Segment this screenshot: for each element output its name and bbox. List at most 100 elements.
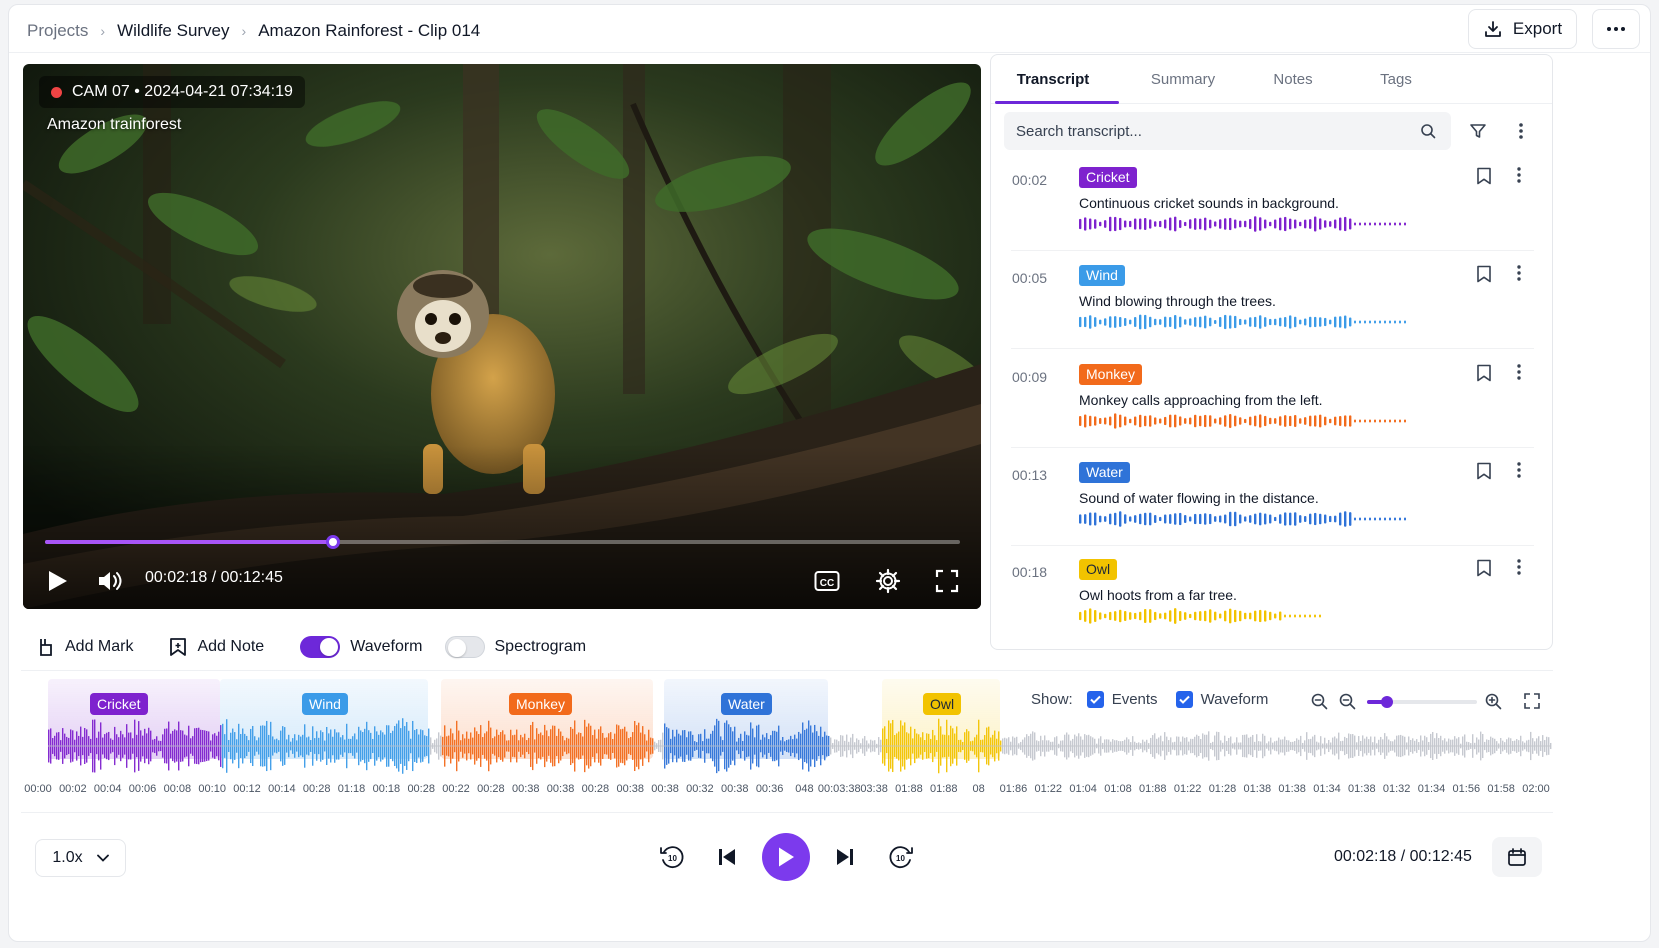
forward-10-button[interactable]: 10 — [881, 833, 921, 881]
timeline-tick-label: 00:38 — [720, 783, 749, 795]
entry-waveform — [1079, 608, 1321, 624]
zoom-slider-handle[interactable] — [1380, 696, 1393, 708]
transcript-entry[interactable]: 00:05 Wind Wind blowing through the trees. — [991, 251, 1552, 349]
transcript-entry[interactable]: 00:09 Monkey Monkey calls approaching from… — [991, 350, 1552, 448]
add-mark-button[interactable]: Add Mark — [37, 637, 133, 657]
svg-text:CC: CC — [820, 578, 834, 589]
next-button[interactable] — [827, 833, 863, 881]
tab-notes[interactable]: Notes — [1273, 71, 1312, 88]
timeline-zoom-controls — [1303, 687, 1553, 715]
calendar-button[interactable] — [1492, 837, 1542, 877]
breadcrumb-projects[interactable]: Projects — [27, 21, 88, 41]
timeline-segment-owl[interactable] — [882, 679, 1000, 759]
settings-gear-icon[interactable] — [875, 568, 901, 594]
zoom-slider[interactable] — [1367, 696, 1477, 708]
annotation-toolbar: Add Mark Add Note Waveform Spectrogram — [23, 623, 985, 671]
entry-waveform — [1079, 314, 1406, 330]
entry-timestamp[interactable]: 00:13 — [1012, 467, 1047, 483]
entry-more-icon[interactable] — [1517, 462, 1521, 478]
zoom-out-small-icon[interactable] — [1339, 693, 1356, 710]
timeline-segment-label[interactable]: Water — [721, 693, 772, 715]
timeline-tick-label: 00:38 — [546, 783, 575, 795]
transcript-entry[interactable]: 00:13 Water Sound of water flowing in the … — [991, 448, 1552, 546]
video-player[interactable]: CAM 07 • 2024-04-21 07:34:19 Amazon trai… — [23, 64, 981, 609]
entry-timestamp[interactable]: 00:05 — [1012, 270, 1047, 286]
timeline-segment-water[interactable] — [664, 679, 828, 759]
timeline-segment-label[interactable]: Cricket — [90, 693, 148, 715]
entry-tag[interactable]: Water — [1079, 462, 1130, 483]
entry-more-icon[interactable] — [1517, 559, 1521, 575]
entry-timestamp[interactable]: 00:18 — [1012, 564, 1047, 580]
timeline-tick-label: 00:28 — [581, 783, 610, 795]
more-options-button[interactable] — [1592, 9, 1640, 49]
volume-icon[interactable] — [97, 570, 123, 592]
rewind-10-button[interactable]: 10 — [652, 833, 692, 881]
transcript-entry[interactable]: 00:18 Owl Owl hoots from a far tree. — [991, 545, 1552, 643]
timeline-tick-label: 01:56 — [1452, 783, 1481, 795]
timeline-tick-label: 01:38 — [1278, 783, 1306, 795]
video-scrubber[interactable] — [45, 535, 960, 549]
timeline-tick-label: 00:22 — [442, 783, 470, 795]
entry-more-icon[interactable] — [1517, 265, 1521, 281]
waveform-toggle[interactable] — [300, 636, 341, 658]
timeline-tick-label: 01:32 — [1382, 783, 1411, 795]
timeline-tick-label: 00:14 — [268, 783, 296, 795]
entry-more-icon[interactable] — [1517, 167, 1521, 183]
bookmark-icon[interactable] — [1476, 559, 1492, 577]
bookmark-icon[interactable] — [1476, 462, 1492, 480]
timeline-tick-label: 00:02 — [59, 783, 87, 795]
play-icon[interactable] — [47, 569, 69, 593]
events-checkbox[interactable] — [1086, 691, 1104, 708]
calendar-icon — [1507, 847, 1527, 867]
entry-tag[interactable]: Monkey — [1079, 364, 1143, 385]
entry-tag[interactable]: Owl — [1079, 559, 1118, 580]
filter-button[interactable] — [1459, 112, 1497, 150]
export-button[interactable]: Export — [1468, 9, 1577, 49]
timeline-tick-label: 048 — [795, 783, 814, 795]
playback-time-display: 00:02:18 / 00:12:45 — [1334, 848, 1472, 865]
entry-tag[interactable]: Wind — [1079, 265, 1125, 286]
bookmark-icon[interactable] — [1476, 265, 1492, 283]
entry-timestamp[interactable]: 00:09 — [1012, 369, 1047, 385]
play-icon — [776, 846, 796, 868]
spectrogram-toggle-label: Spectrogram — [494, 638, 587, 655]
tab-summary[interactable]: Summary — [1151, 71, 1215, 88]
tab-transcript[interactable]: Transcript — [1017, 71, 1090, 88]
playback-speed-select[interactable]: 1.0x — [35, 839, 126, 877]
timeline-tick-label: 00:12 — [233, 783, 261, 795]
timeline-tick-label: 01:38 — [1243, 783, 1272, 795]
bookmark-icon[interactable] — [1476, 167, 1492, 185]
entry-timestamp[interactable]: 00:02 — [1012, 172, 1047, 188]
search-icon[interactable] — [1420, 123, 1436, 139]
timeline-tick-label: 01:86 — [999, 783, 1028, 795]
play-button[interactable] — [762, 833, 810, 881]
entry-description: Sound of water flowing in the distance. — [1079, 490, 1319, 506]
tab-tags[interactable]: Tags — [1380, 71, 1412, 88]
bookmark-icon[interactable] — [1476, 364, 1492, 382]
entry-tag[interactable]: Cricket — [1079, 167, 1137, 188]
spectrogram-toggle[interactable] — [444, 636, 485, 658]
previous-button[interactable] — [709, 833, 745, 881]
timeline-segment-cricket[interactable] — [48, 679, 220, 759]
entry-more-icon[interactable] — [1517, 364, 1521, 380]
timeline-segment-label[interactable]: Owl — [923, 693, 962, 715]
timeline-segment-label[interactable]: Wind — [302, 693, 348, 715]
timeline-segment-monkey[interactable] — [441, 679, 653, 759]
audio-timeline[interactable]: Cricket Wind Monkey Water Owl Show: Events W… — [21, 670, 1553, 813]
timeline-segment-label[interactable]: Monkey — [509, 693, 573, 715]
waveform-checkbox[interactable] — [1175, 691, 1193, 708]
transcript-entry[interactable]: 00:02 Cricket Continuous cricket sounds in… — [991, 153, 1552, 251]
transcript-more-button[interactable] — [1502, 112, 1540, 150]
zoom-out-icon[interactable] — [1311, 693, 1328, 710]
camera-badge: CAM 07 • 2024-04-21 07:34:19 — [39, 76, 305, 108]
timeline-tick-label: 01:04 — [1069, 783, 1097, 795]
expand-timeline-icon[interactable] — [1523, 692, 1541, 710]
add-note-button[interactable]: Add Note — [169, 637, 264, 657]
more-vertical-icon — [1519, 123, 1523, 139]
closed-captions-icon[interactable]: CC — [814, 570, 840, 592]
fullscreen-icon[interactable] — [935, 569, 959, 593]
breadcrumb-wildlife-survey[interactable]: Wildlife Survey — [117, 21, 229, 41]
transcript-search-input[interactable] — [1004, 112, 1414, 150]
zoom-in-icon[interactable] — [1485, 693, 1502, 710]
timeline-segment-wind[interactable] — [220, 679, 428, 759]
